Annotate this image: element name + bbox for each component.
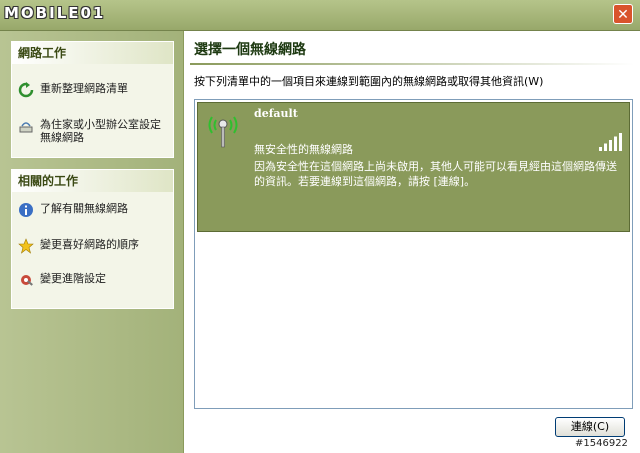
title-bar: MOBILE01 ✕ [0,0,640,31]
signal-bar [609,140,612,151]
sidebar: 網路工作 重新整理網路清單 為住家或小型辦公室設定無線網路 相關的工作 了解有關… [0,31,183,453]
wireless-antenna-icon [208,116,238,148]
network-tasks-title: 網路工作 [12,42,173,64]
change-preferred-order-label: 變更喜好網路的順序 [40,238,139,251]
refresh-icon [18,82,34,98]
watermark-text: #1546922 [575,438,628,449]
title-divider [190,63,634,65]
signal-bar [599,147,602,151]
setup-wireless-label: 為住家或小型辦公室設定無線網路 [40,118,161,144]
close-button[interactable]: ✕ [613,4,633,24]
network-item[interactable]: default 無安全性的無線網路 因為安全性在這個網路上尚未啟用，其他人可能可… [197,102,630,232]
info-icon [19,203,33,217]
network-list[interactable]: default 無安全性的無線網路 因為安全性在這個網路上尚未啟用，其他人可能可… [194,99,633,409]
signal-bar [604,143,607,151]
instruction-text: 按下列清單中的一個項目來連線到範圍內的無線網路或取得其他資訊(W) [194,75,544,88]
related-tasks-title: 相關的工作 [12,170,173,192]
network-tasks-panel: 網路工作 重新整理網路清單 為住家或小型辦公室設定無線網路 [11,41,174,158]
network-description: 因為安全性在這個網路上尚未啟用，其他人可能可以看見經由這個網路傳送的資訊。若要連… [254,160,617,188]
brand-logo: MOBILE01 [4,4,106,22]
settings-icon [21,275,33,286]
change-advanced-settings-label: 變更進階設定 [40,272,106,285]
network-setup-icon [19,122,33,133]
connect-button[interactable]: 連線(C) [555,417,625,437]
signal-bar [614,136,617,151]
star-icon [18,238,34,254]
network-name: default [254,107,298,120]
related-tasks-panel: 相關的工作 了解有關無線網路 變更喜好網路的順序 變更進階設定 [11,169,174,309]
main-panel: 選擇一個無線網路 按下列清單中的一個項目來連線到範圍內的無線網路或取得其他資訊(… [184,31,640,453]
page-title: 選擇一個無線網路 [194,42,306,58]
learn-wireless-label: 了解有關無線網路 [40,202,128,215]
signal-bar [619,133,622,151]
network-security: 無安全性的無線網路 [254,143,353,156]
refresh-network-list-label: 重新整理網路清單 [40,82,128,95]
signal-strength-icon [599,133,622,151]
